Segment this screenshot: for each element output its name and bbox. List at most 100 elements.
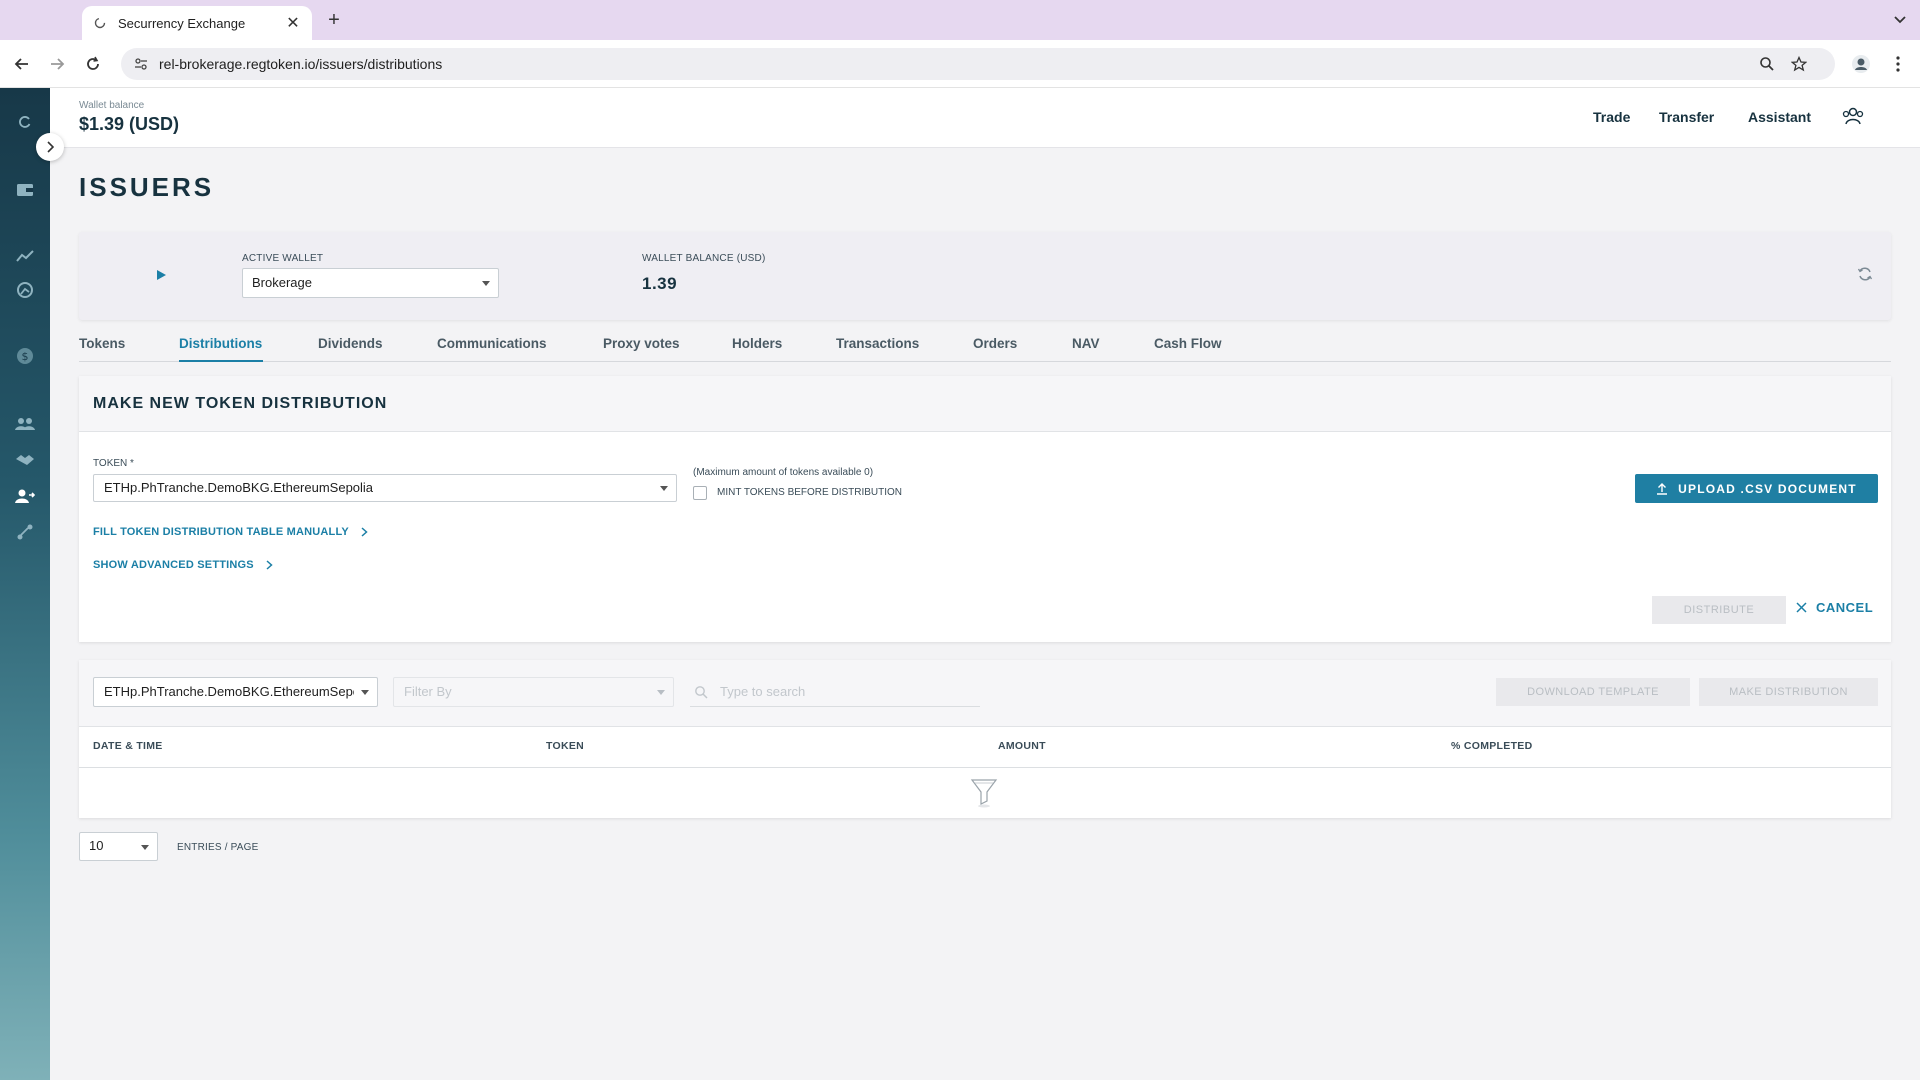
token-select-value: ETHp.PhTranche.DemoBKG.EthereumSepolia <box>104 480 374 495</box>
upload-csv-label: UPLOAD .CSV DOCUMENT <box>1678 481 1857 496</box>
entries-per-page-label: ENTRIES / PAGE <box>177 842 259 853</box>
search-icon <box>694 685 708 699</box>
tab-distributions[interactable]: Distributions <box>179 336 262 351</box>
tab-search-icon[interactable] <box>1890 10 1910 30</box>
fill-manually-link[interactable]: FILL TOKEN DISTRIBUTION TABLE MANUALLY <box>93 526 369 538</box>
expand-sidebar-icon[interactable] <box>36 133 64 161</box>
tab-communications[interactable]: Communications <box>437 336 547 351</box>
column-header-date-time[interactable]: DATE & TIME <box>93 740 163 752</box>
browser-tab-strip: Securrency Exchange ✕ + <box>0 0 1920 40</box>
tab-proxy-votes[interactable]: Proxy votes <box>603 336 680 351</box>
issuer-tabs: Tokens Distributions Dividends Communica… <box>79 332 1891 362</box>
search-placeholder: Type to search <box>720 684 806 699</box>
upload-csv-button[interactable]: UPLOAD .CSV DOCUMENT <box>1635 474 1878 503</box>
column-header-percent-completed[interactable]: % COMPLETED <box>1451 740 1532 752</box>
tab-dividends[interactable]: Dividends <box>318 336 383 351</box>
chevron-down-icon <box>141 845 149 850</box>
users-group-icon[interactable] <box>13 412 37 436</box>
chevron-down-icon <box>361 690 369 695</box>
table-token-value: ETHp.PhTranche.DemoBKG.EthereumSepolia <box>104 684 354 699</box>
address-bar[interactable]: rel-brokerage.regtoken.io/issuers/distri… <box>121 48 1835 80</box>
play-icon[interactable] <box>155 268 169 282</box>
filter-by-select[interactable]: Filter By <box>393 677 674 707</box>
active-wallet-value: Brokerage <box>252 275 312 290</box>
browser-tab[interactable]: Securrency Exchange ✕ <box>82 6 312 40</box>
fill-manually-label: FILL TOKEN DISTRIBUTION TABLE MANUALLY <box>93 526 349 538</box>
token-field-label: TOKEN * <box>93 458 134 469</box>
panel-title: MAKE NEW TOKEN DISTRIBUTION <box>93 395 388 412</box>
page-size-select[interactable]: 10 <box>79 832 158 861</box>
empty-funnel-icon <box>969 777 999 809</box>
back-icon[interactable] <box>10 52 34 76</box>
forward-icon[interactable] <box>45 52 69 76</box>
bookmark-star-icon[interactable] <box>1789 54 1809 74</box>
header-divider <box>79 767 1891 768</box>
cancel-button[interactable]: CANCEL <box>1796 600 1873 615</box>
market-icon[interactable] <box>13 278 37 302</box>
max-tokens-note: (Maximum amount of tokens available 0) <box>693 467 874 478</box>
column-header-token[interactable]: TOKEN <box>546 740 584 752</box>
wallet-icon[interactable] <box>13 178 37 202</box>
tab-transactions[interactable]: Transactions <box>836 336 919 351</box>
distributions-table: ETHp.PhTranche.DemoBKG.EthereumSepolia F… <box>79 660 1891 818</box>
refresh-icon[interactable] <box>1857 266 1875 284</box>
nav-transfer[interactable]: Transfer <box>1659 109 1714 125</box>
tab-cash-flow[interactable]: Cash Flow <box>1154 336 1222 351</box>
active-tab-indicator <box>179 360 263 362</box>
tab-orders[interactable]: Orders <box>973 336 1017 351</box>
dollar-coin-icon[interactable]: $ <box>13 344 37 368</box>
site-settings-icon[interactable] <box>133 56 149 72</box>
close-tab-icon[interactable]: ✕ <box>284 13 302 33</box>
handshake-icon[interactable] <box>13 448 37 472</box>
tab-nav[interactable]: NAV <box>1072 336 1100 351</box>
page-title: ISSUERS <box>79 172 215 202</box>
chevron-right-icon <box>361 527 369 537</box>
advanced-settings-label: SHOW ADVANCED SETTINGS <box>93 559 254 571</box>
account-users-icon[interactable] <box>1842 106 1866 130</box>
browser-tab-title: Securrency Exchange <box>118 15 246 31</box>
zoom-icon[interactable] <box>1757 54 1777 74</box>
trend-chart-icon[interactable] <box>13 244 37 268</box>
wallet-balance-usd-value: 1.39 <box>642 274 678 293</box>
logo-icon[interactable] <box>13 110 37 134</box>
active-wallet-select[interactable]: Brokerage <box>242 268 499 298</box>
chevron-down-icon <box>660 486 668 491</box>
page-size-value: 10 <box>89 838 104 853</box>
token-select[interactable]: ETHp.PhTranche.DemoBKG.EthereumSepolia <box>93 474 677 502</box>
browser-menu-icon[interactable] <box>1886 52 1910 76</box>
filter-by-placeholder: Filter By <box>404 684 452 699</box>
table-token-select[interactable]: ETHp.PhTranche.DemoBKG.EthereumSepolia <box>93 677 378 707</box>
left-sidebar: $ <box>0 88 50 1080</box>
app-header: Wallet balance $1.39 (USD) Trade Transfe… <box>50 88 1920 148</box>
loading-icon <box>92 15 108 31</box>
chevron-down-icon <box>657 690 665 695</box>
mint-tokens-label: MINT TOKENS BEFORE DISTRIBUTION <box>717 487 903 498</box>
wallet-balance-label: Wallet balance <box>79 100 145 111</box>
active-wallet-card: ACTIVE WALLET Brokerage WALLET BALANCE (… <box>79 232 1891 320</box>
download-template-button[interactable]: DOWNLOAD TEMPLATE <box>1496 678 1690 706</box>
wallet-balance-value: $1.39 (USD) <box>79 114 180 134</box>
url-text: rel-brokerage.regtoken.io/issuers/distri… <box>159 56 443 72</box>
reload-icon[interactable] <box>81 52 105 76</box>
advanced-settings-link[interactable]: SHOW ADVANCED SETTINGS <box>93 559 274 571</box>
close-icon <box>1796 601 1808 614</box>
distribute-button[interactable]: DISTRIBUTE <box>1652 596 1786 624</box>
new-tab-icon[interactable]: + <box>322 8 346 32</box>
panel-header: MAKE NEW TOKEN DISTRIBUTION <box>79 376 1891 432</box>
nav-assistant[interactable]: Assistant <box>1748 109 1811 125</box>
search-input[interactable]: Type to search <box>690 677 980 707</box>
upload-icon <box>1656 482 1668 495</box>
transfer-arrows-icon[interactable] <box>13 520 37 544</box>
cancel-label: CANCEL <box>1816 600 1874 615</box>
active-wallet-label: ACTIVE WALLET <box>242 253 324 264</box>
nav-trade[interactable]: Trade <box>1593 109 1630 125</box>
tab-tokens[interactable]: Tokens <box>79 336 125 351</box>
tab-holders[interactable]: Holders <box>732 336 782 351</box>
make-distribution-button[interactable]: MAKE DISTRIBUTION <box>1699 678 1878 706</box>
column-header-amount[interactable]: AMOUNT <box>998 740 1046 752</box>
mint-tokens-checkbox[interactable] <box>693 486 707 500</box>
profile-avatar-icon[interactable] <box>1849 52 1873 76</box>
wallet-balance-usd-label: WALLET BALANCE (USD) <box>642 253 766 264</box>
issuers-icon[interactable] <box>13 484 37 508</box>
new-distribution-panel: MAKE NEW TOKEN DISTRIBUTION TOKEN * ETHp… <box>79 376 1891 642</box>
